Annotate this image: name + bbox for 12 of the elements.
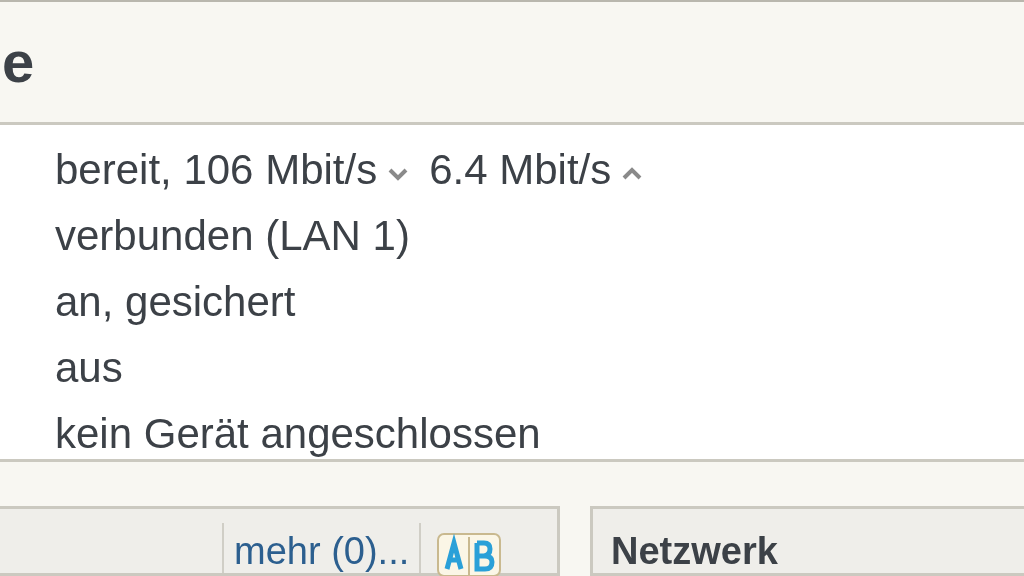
status-text: aus xyxy=(55,344,123,392)
phonebook-icon[interactable] xyxy=(437,533,502,576)
more-link[interactable]: mehr (0)... xyxy=(224,523,420,575)
box-title: Netzwerk xyxy=(611,530,778,572)
status-text: bereit, 106 Mbit/s xyxy=(55,146,378,194)
status-text: 6.4 Mbit/s xyxy=(429,146,612,194)
chevron-down-icon xyxy=(387,167,410,181)
status-text: an, gesichert xyxy=(55,278,296,326)
page-title: e xyxy=(2,33,35,91)
status-text: verbunden (LAN 1) xyxy=(55,212,410,260)
status-text: kein Gerät angeschlossen xyxy=(55,410,541,458)
chevron-up-icon xyxy=(621,167,644,181)
